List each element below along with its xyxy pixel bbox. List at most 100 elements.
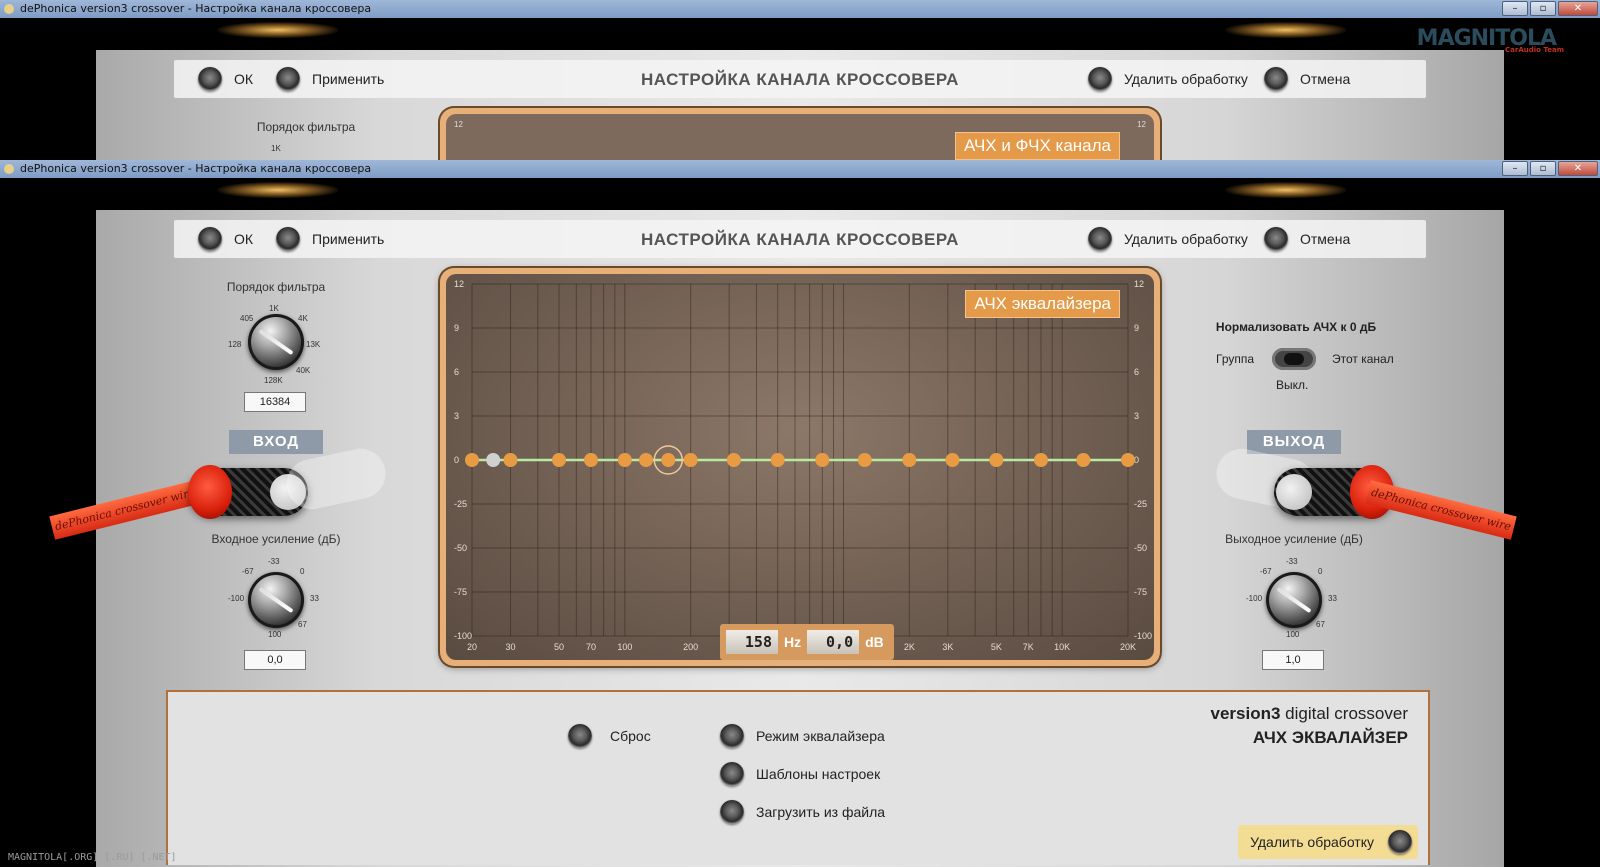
- window-title: dePhonica version3 crossover - Настройка…: [20, 162, 372, 175]
- y-tick-label: 9: [1134, 323, 1139, 333]
- y-tick-label: 12: [454, 279, 464, 289]
- scale-label: 100: [268, 630, 282, 639]
- remove-label: Удалить обработку: [1124, 71, 1248, 87]
- maximize-button[interactable]: ▫: [1530, 1, 1556, 16]
- eq-point: [486, 453, 501, 467]
- x-tick-label: 20K: [1120, 642, 1136, 652]
- output-gain-label: Выходное усиление (дБ): [1225, 532, 1363, 546]
- x-tick-label: 50: [554, 642, 564, 652]
- eq-point: [1076, 453, 1091, 467]
- filter-order-knob[interactable]: [248, 314, 304, 370]
- eq-mode-button[interactable]: Режим эквалайзера: [720, 724, 885, 748]
- window-title: dePhonica version3 crossover - Настройка…: [20, 2, 372, 15]
- top-glow-right: [1226, 22, 1346, 38]
- normalize-label: Нормализовать АЧХ к 0 дБ: [1215, 320, 1377, 334]
- eq-point: [1033, 453, 1048, 467]
- magnitola-logo: MAGNITOLA CarAudio Team: [1416, 26, 1564, 54]
- cancel-button[interactable]: Отмена: [1264, 227, 1350, 251]
- eq-point: [945, 453, 960, 467]
- scale-label: 405: [240, 314, 254, 323]
- frequency-value[interactable]: 158: [726, 630, 778, 654]
- scale-label: 1K: [269, 304, 279, 313]
- gain-value[interactable]: 0,0: [807, 630, 860, 654]
- window-controls: – ▫ ✕: [1502, 1, 1598, 16]
- x-tick-label: 30: [505, 642, 515, 652]
- toolbar: ОК Применить НАСТРОЙКА КАНАЛА КРОССОВЕРА…: [174, 60, 1426, 98]
- x-tick-label: 2K: [904, 642, 915, 652]
- graph-mode-label: АЧХ и ФЧХ канала: [954, 132, 1120, 160]
- eq-mode-label: Режим эквалайзера: [756, 728, 885, 744]
- close-button[interactable]: ✕: [1558, 1, 1598, 16]
- led-icon: [1388, 830, 1412, 854]
- load-label: Загрузить из файла: [756, 804, 886, 820]
- eq-chart[interactable]: 12 129 96 63 30 0-25 -25-50 -50-75 -75-100 -10020…: [446, 274, 1154, 660]
- eq-point: [989, 453, 1004, 467]
- reset-button[interactable]: Сброс: [568, 724, 651, 748]
- scale-label: 13K: [306, 340, 321, 349]
- filter-order-label: Порядок фильтра: [256, 120, 356, 134]
- gain-unit: dB: [865, 634, 884, 650]
- remove-processing-button[interactable]: Удалить обработку: [1088, 67, 1248, 91]
- top-glow-left: [218, 182, 338, 198]
- scale-label: 67: [1316, 620, 1325, 629]
- scale-label: 1K: [271, 144, 281, 153]
- brand-version: version3: [1210, 704, 1281, 723]
- cancel-label: Отмена: [1300, 71, 1351, 87]
- eq-point: [857, 453, 872, 467]
- x-tick-label: 5K: [991, 642, 1002, 652]
- minimize-button[interactable]: –: [1502, 1, 1528, 16]
- scale-label: 100: [1286, 630, 1300, 639]
- cancel-button[interactable]: Отмена: [1264, 67, 1350, 91]
- titlebar: dePhonica version3 crossover - Настройка…: [0, 160, 1600, 178]
- scale-label: 33: [310, 594, 319, 603]
- titlebar: dePhonica version3 crossover - Настройка…: [0, 0, 1600, 18]
- maximize-button[interactable]: ▫: [1530, 161, 1556, 176]
- watermark: MAGNITOLA[.ORG] [.RU] [.NET]: [8, 852, 177, 863]
- input-gain-knob[interactable]: [248, 572, 304, 628]
- output-gain-value[interactable]: 1,0: [1262, 650, 1324, 670]
- y-tick-label: 6: [1134, 367, 1139, 377]
- section-title: АЧХ ЭКВАЛАЙЗЕР: [1252, 728, 1408, 747]
- minimize-button[interactable]: –: [1502, 161, 1528, 176]
- frequency-unit: Hz: [784, 634, 802, 650]
- top-glow-right: [1226, 182, 1346, 198]
- scale-label: 40K: [296, 366, 311, 375]
- scale-label: 128: [228, 340, 242, 349]
- reset-label: Сброс: [610, 728, 651, 744]
- cancel-label: Отмена: [1300, 231, 1351, 247]
- remove-processing-bottom-button[interactable]: Удалить обработку: [1238, 825, 1418, 859]
- remove-label: Удалить обработку: [1250, 834, 1374, 850]
- input-gain-label: Входное усиление (дБ): [211, 532, 341, 546]
- bottom-panel: Сброс Режим эквалайзера Шаблоны настроек…: [166, 690, 1430, 865]
- x-tick-label: 200: [683, 642, 698, 652]
- scale-label: -100: [1246, 594, 1263, 603]
- scale-label: 0: [300, 567, 305, 576]
- output-badge: ВЫХОД: [1247, 430, 1341, 454]
- presets-label: Шаблоны настроек: [756, 766, 881, 782]
- filter-order-value[interactable]: 16384: [244, 392, 306, 412]
- graph-mode-label: АЧХ эквалайзера: [965, 290, 1120, 318]
- presets-button[interactable]: Шаблоны настроек: [720, 762, 880, 786]
- normalize-toggle[interactable]: [1272, 348, 1316, 370]
- remove-processing-button[interactable]: Удалить обработку: [1088, 227, 1248, 251]
- eq-point: [617, 453, 632, 467]
- brand-line: version3 digital crossover: [1211, 704, 1409, 724]
- y-tick: 12: [1137, 120, 1146, 129]
- load-from-file-button[interactable]: Загрузить из файла: [720, 800, 885, 824]
- close-button[interactable]: ✕: [1558, 161, 1598, 176]
- y-tick-label: 3: [1134, 411, 1139, 421]
- input-gain-value[interactable]: 0,0: [244, 650, 306, 670]
- scale-label: 33: [1328, 594, 1337, 603]
- filter-order-label: Порядок фильтра: [226, 280, 326, 294]
- led-icon: [1088, 227, 1112, 251]
- app-icon: [4, 4, 14, 14]
- response-graph-header: 12 12 АЧХ и ФЧХ канала: [440, 108, 1160, 160]
- y-tick-label: 12: [1134, 279, 1144, 289]
- eq-point: [770, 453, 785, 467]
- eq-response-graph[interactable]: 12 12 9 9 6 6 3 3 0 0 -25 -25 -50 -50 -75 -75 -100 -100 20…: [440, 268, 1160, 666]
- eq-point: [465, 453, 479, 467]
- settings-panel: ОК Применить НАСТРОЙКА КАНАЛА КРОССОВЕРА…: [49, 210, 1517, 867]
- output-gain-knob[interactable]: [1266, 572, 1322, 628]
- led-icon: [1088, 67, 1112, 91]
- scale-label: -67: [242, 567, 254, 576]
